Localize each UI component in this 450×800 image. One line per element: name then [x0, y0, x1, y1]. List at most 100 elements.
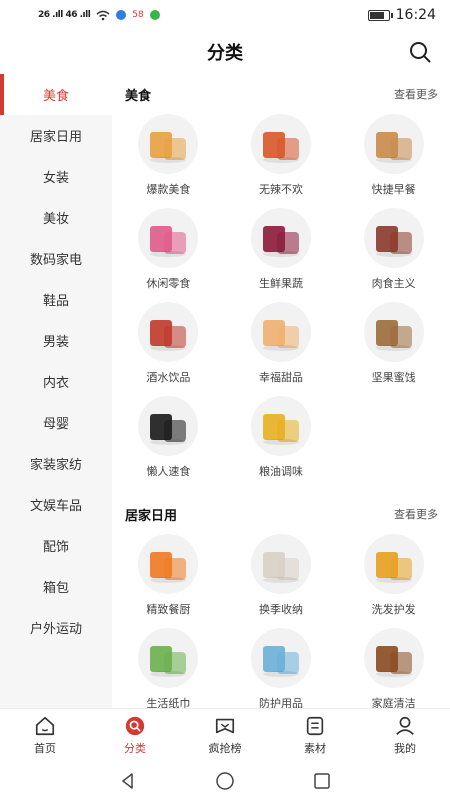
- category-tile[interactable]: 幸福甜品: [225, 302, 338, 390]
- recents-icon[interactable]: [312, 771, 332, 791]
- category-tile[interactable]: 换季收纳: [225, 534, 338, 622]
- category-tile[interactable]: 粮油调味: [225, 396, 338, 484]
- sidebar-item[interactable]: 箱包: [0, 566, 112, 607]
- category-tile[interactable]: 酒水饮品: [112, 302, 225, 390]
- tab-home[interactable]: 首页: [0, 709, 90, 762]
- sidebar-item-label: 文娱车品: [29, 499, 82, 514]
- sidebar-item-label: 男装: [42, 335, 69, 350]
- sidebar-item-label: 鞋品: [42, 294, 69, 309]
- ranking-icon: [215, 718, 235, 734]
- category-tile[interactable]: 快捷早餐: [337, 114, 450, 202]
- tab-label: 我的: [394, 742, 416, 755]
- category-thumbnail: [250, 208, 311, 268]
- category-thumbnail: [250, 302, 311, 362]
- category-thumbnail: [138, 396, 199, 456]
- section-title: 居家日用: [125, 508, 178, 524]
- status-bar: 26 .ıll 46 .ıll 58 16:24: [0, 0, 450, 30]
- page-header: 分类: [0, 30, 450, 74]
- battery-icon: [367, 9, 393, 21]
- sidebar-item[interactable]: 家装家纺: [0, 443, 112, 484]
- sidebar-item-label: 数码家电: [29, 253, 82, 268]
- sidebar-item[interactable]: 美妆: [0, 197, 112, 238]
- category-thumbnail: [363, 534, 424, 594]
- sidebar-item-label: 配饰: [42, 540, 69, 555]
- home-nav-icon[interactable]: [215, 771, 235, 791]
- category-label: 坚果蜜饯: [371, 371, 416, 384]
- category-tile[interactable]: 家庭清洁: [337, 628, 450, 708]
- notification-badge: 58: [132, 10, 144, 20]
- tab-ranking[interactable]: 疯抢榜: [180, 709, 270, 762]
- signal-text: 26 .ıll 46 .ıll: [38, 10, 91, 20]
- category-label: 休闲零食: [146, 277, 191, 290]
- search-icon[interactable]: [408, 40, 432, 64]
- page-title: 分类: [207, 43, 243, 64]
- sidebar-item-label: 女装: [42, 171, 69, 186]
- sidebar-item[interactable]: 数码家电: [0, 238, 112, 279]
- tab-label: 疯抢榜: [208, 742, 242, 755]
- sidebar-item[interactable]: 居家日用: [0, 115, 112, 156]
- sidebar-item[interactable]: 美食: [0, 74, 112, 115]
- category-sidebar: 美食居家日用女装美妆数码家电鞋品男装内衣 母婴 家装家纺文娱车品配饰箱包户外运动: [0, 74, 112, 708]
- sidebar-item[interactable]: 男装: [0, 320, 112, 361]
- section-header: 美食 查看更多: [112, 74, 450, 114]
- category-icon: [125, 716, 145, 736]
- category-tile[interactable]: 懒人速食: [112, 396, 225, 484]
- sidebar-item-label: 户外运动: [29, 622, 82, 637]
- category-label: 快捷早餐: [371, 183, 416, 196]
- category-thumbnail: [138, 114, 199, 174]
- category-tile[interactable]: 坚果蜜饯: [337, 302, 450, 390]
- play-app-icon: [149, 10, 160, 20]
- sidebar-item[interactable]: 户外运动: [0, 607, 112, 648]
- category-tile[interactable]: 肉食主义: [337, 208, 450, 296]
- category-tile[interactable]: 爆款美食: [112, 114, 225, 202]
- view-more-link[interactable]: 查看更多: [394, 86, 438, 102]
- tab-category[interactable]: 分类: [90, 709, 180, 762]
- category-tile[interactable]: 无辣不欢: [225, 114, 338, 202]
- shield-app-icon: [116, 10, 127, 20]
- category-thumbnail: [138, 208, 199, 268]
- category-label: 肉食主义: [371, 277, 416, 290]
- sidebar-item[interactable]: 配饰: [0, 525, 112, 566]
- category-tile[interactable]: 休闲零食: [112, 208, 225, 296]
- sidebar-item[interactable]: 鞋品: [0, 279, 112, 320]
- category-label: 懒人速食: [146, 465, 191, 478]
- battery-fill: [369, 11, 385, 19]
- category-label: 防护用品: [258, 697, 303, 708]
- category-thumbnail: [250, 534, 311, 594]
- sidebar-item[interactable]: 女装: [0, 156, 112, 197]
- category-thumbnail: [250, 114, 311, 174]
- sidebar-item-label: 美妆: [42, 212, 69, 227]
- category-label: 幸福甜品: [258, 371, 303, 384]
- category-label: 生鲜果蔬: [258, 277, 303, 290]
- signal-group: 26 .ıll 46 .ıll 58: [38, 10, 160, 21]
- category-tile[interactable]: 生活纸巾: [112, 628, 225, 708]
- home-icon: [35, 716, 55, 736]
- category-content: 美食 查看更多 爆款美食 无辣不欢 快捷早餐 休闲零食 生鲜果蔬 肉食主义 酒水饮品 幸福甜品 坚果…: [112, 74, 450, 708]
- category-tile[interactable]: 生鲜果蔬: [225, 208, 338, 296]
- tab-profile[interactable]: 我的: [360, 709, 450, 762]
- section-title: 美食: [125, 88, 152, 104]
- wifi-icon: [96, 10, 110, 20]
- category-thumbnail: [363, 302, 424, 362]
- back-icon[interactable]: [118, 771, 138, 791]
- category-grid: 爆款美食 无辣不欢 快捷早餐休闲零食 生鲜果蔬 肉食主义酒水饮品 幸福甜品 坚果蜜饯懒人速食…: [112, 114, 450, 494]
- view-more-link[interactable]: 查看更多: [394, 506, 438, 522]
- category-tile[interactable]: 防护用品: [225, 628, 338, 708]
- category-label: 无辣不欢: [258, 183, 303, 196]
- category-label: 家庭清洁: [371, 697, 416, 708]
- sidebar-item[interactable]: 内衣: [0, 361, 112, 402]
- category-thumbnail: [363, 208, 424, 268]
- sidebar-item-label: 美食: [42, 89, 69, 104]
- category-tile[interactable]: 精致餐厨: [112, 534, 225, 622]
- category-thumbnail: [363, 114, 424, 174]
- category-label: 粮油调味: [258, 465, 303, 478]
- sidebar-item[interactable]: 文娱车品: [0, 484, 112, 525]
- tab-material[interactable]: 素材: [270, 709, 360, 762]
- sidebar-item[interactable]: 母婴: [0, 402, 112, 443]
- category-thumbnail: [138, 302, 199, 362]
- category-tile[interactable]: 洗发护发: [337, 534, 450, 622]
- tab-label: 分类: [124, 742, 146, 755]
- category-label: 精致餐厨: [146, 603, 191, 616]
- material-icon: [306, 716, 324, 736]
- status-right: 16:24: [367, 7, 436, 23]
